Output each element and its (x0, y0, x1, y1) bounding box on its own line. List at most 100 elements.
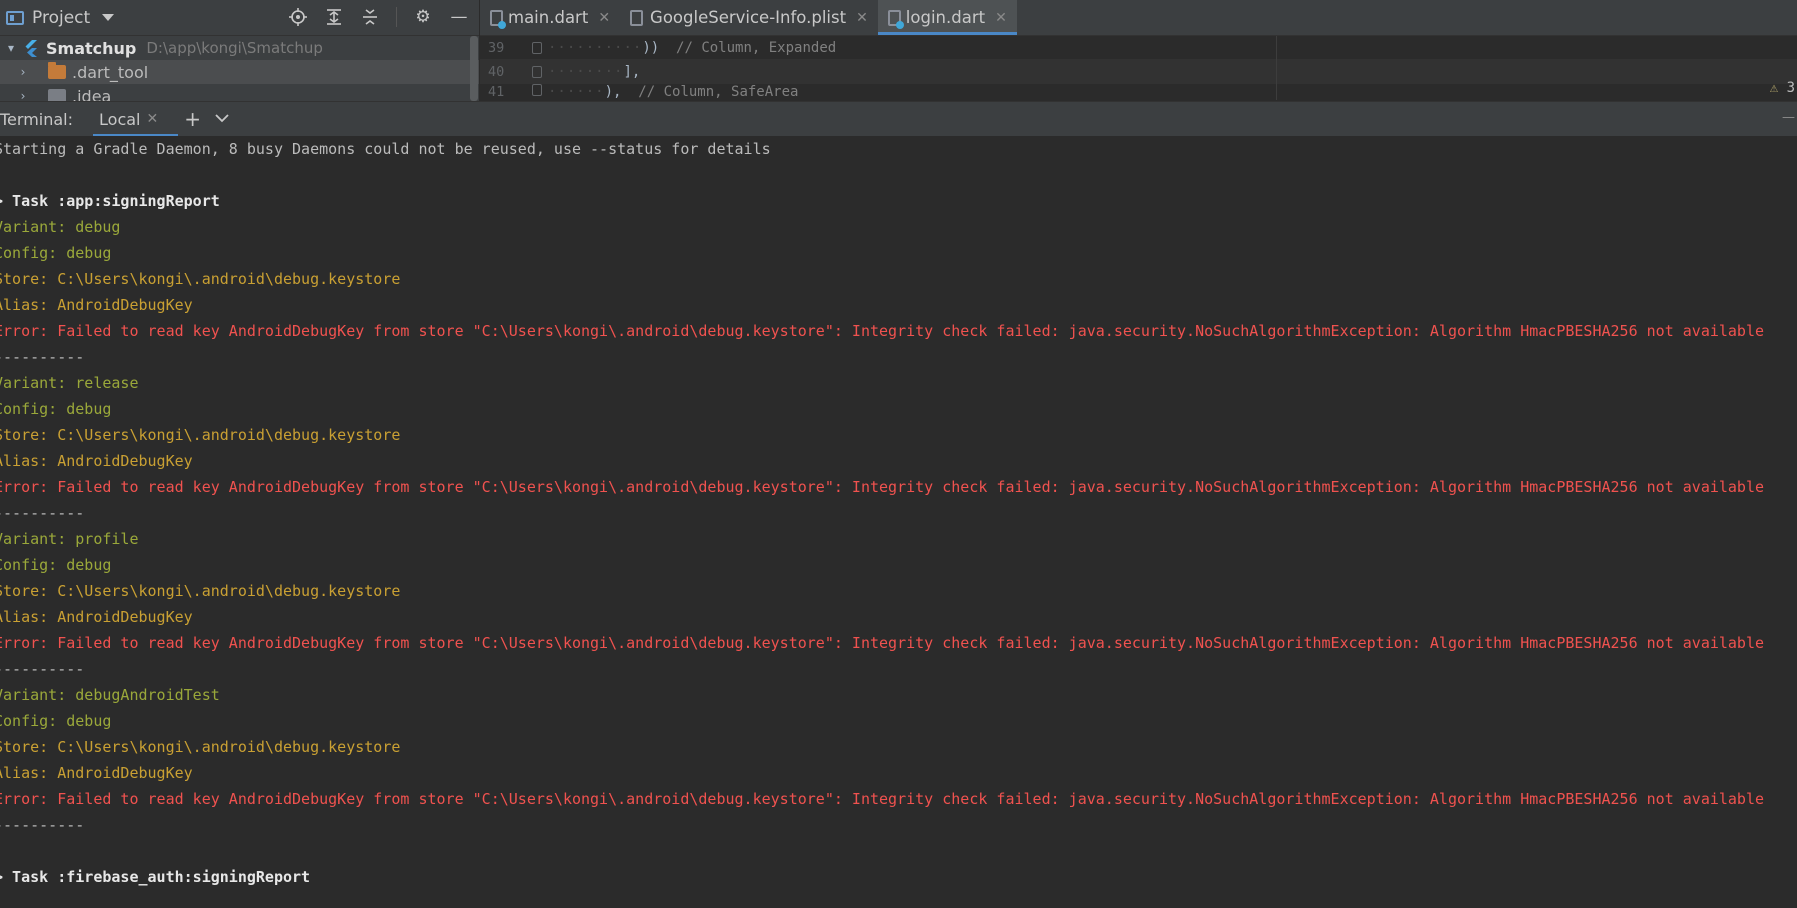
chevron-down-icon[interactable]: ▾ (0, 41, 22, 55)
chevron-down-icon[interactable] (102, 14, 115, 21)
code-text: )) (642, 39, 660, 56)
code-comment (659, 40, 676, 56)
top-area: Project ⚙ — ▾ Smatchup D:\app\kongi\Smat… (0, 0, 1797, 101)
chevron-down-icon[interactable] (215, 111, 229, 127)
project-scrollbar[interactable] (470, 36, 478, 101)
warning-icon: ⚠ (1769, 80, 1779, 96)
terminal-line: Config: debug (0, 712, 112, 730)
code-comment: // Column, SafeArea (638, 84, 799, 100)
tree-item-label: .idea (72, 86, 112, 102)
editor: main.dart ✕ GoogleService-Info.plist ✕ l… (480, 0, 1797, 101)
flutter-icon (25, 40, 37, 57)
folder-icon (48, 89, 66, 101)
project-pane: Project ⚙ — ▾ Smatchup D:\app\kongi\Smat… (0, 0, 480, 101)
project-tools: ⚙ — (288, 7, 469, 27)
tab-label: GoogleService-Info.plist (650, 8, 847, 27)
line-number: 39 (488, 39, 505, 56)
project-view-selector[interactable]: Project (32, 8, 90, 28)
terminal-line: Error: Failed to read key AndroidDebugKe… (0, 478, 1765, 496)
code-text: ], (623, 63, 641, 80)
terminal-line: Config: debug (0, 400, 112, 418)
terminal-line: Variant: profile (0, 530, 139, 548)
project-toolbar: Project ⚙ — (0, 0, 479, 36)
gear-icon[interactable]: ⚙ (413, 7, 433, 27)
tab-login-dart[interactable]: login.dart ✕ (877, 0, 1017, 35)
project-root-path: D:\app\kongi\Smatchup (146, 39, 323, 57)
line-number: 41 (488, 84, 505, 100)
right-margin-guide (1276, 36, 1277, 100)
terminal-line: Variant: debug (0, 218, 121, 236)
tab-label: Local (99, 109, 141, 129)
terminal-output[interactable]: Starting a Gradle Daemon, 8 busy Daemons… (0, 136, 1797, 908)
code-line: 39 ····· ····· )) // Column, Expanded (480, 36, 1797, 59)
terminal-line: Error: Failed to read key AndroidDebugKe… (0, 790, 1765, 808)
terminal-line: Alias: AndroidDebugKey (0, 764, 193, 782)
chevron-right-icon[interactable]: › (12, 89, 34, 101)
terminal-line: Config: debug (0, 556, 112, 574)
minimize-icon[interactable]: — (449, 7, 469, 27)
close-icon[interactable]: ✕ (146, 111, 158, 127)
terminal-line: Starting a Gradle Daemon, 8 busy Daemons… (0, 140, 771, 158)
chevron-right-icon[interactable]: › (12, 65, 34, 79)
editor-tabs: main.dart ✕ GoogleService-Info.plist ✕ l… (480, 0, 1797, 36)
indent-guide: ······ (548, 84, 605, 100)
terminal-line: Variant: release (0, 374, 139, 392)
code-comment (621, 84, 638, 100)
terminal-line: Store: C:\Users\kongi\.android\debug.key… (0, 582, 401, 600)
fold-icon[interactable] (532, 65, 542, 78)
expand-all-icon[interactable] (324, 7, 344, 27)
close-icon[interactable]: ✕ (598, 10, 610, 26)
terminal-line: Config: debug (0, 244, 112, 262)
warning-count: 3 (1786, 80, 1795, 96)
terminal-line: Error: Failed to read key AndroidDebugKe… (0, 322, 1765, 340)
close-icon[interactable]: ✕ (856, 10, 868, 26)
project-root-name: Smatchup (46, 38, 137, 58)
indent-guide: ····· (548, 39, 596, 56)
terminal-line: Store: C:\Users\kongi\.android\debug.key… (0, 270, 401, 288)
terminal-header: Terminal: Local ✕ + — (0, 101, 1797, 137)
terminal-line: Alias: AndroidDebugKey (0, 608, 193, 626)
terminal-line: Store: C:\Users\kongi\.android\debug.key… (0, 426, 401, 444)
warnings-indicator[interactable]: ⚠ 3 (1770, 80, 1795, 96)
fold-icon[interactable] (532, 84, 542, 96)
tab-googleservice-plist[interactable]: GoogleService-Info.plist ✕ (620, 0, 878, 35)
indent-guide: ········ (548, 63, 624, 80)
terminal-line: > Task :firebase_auth:signingReport (0, 868, 311, 886)
terminal-line: Alias: AndroidDebugKey (0, 296, 193, 314)
terminal-title: Terminal: (0, 109, 74, 129)
project-view-icon (6, 10, 24, 25)
tree-item-dart-tool[interactable]: › .dart_tool (0, 60, 479, 84)
terminal-line: ---------- (0, 348, 85, 366)
locate-icon[interactable] (288, 7, 308, 27)
tree-item-label: .dart_tool (72, 62, 149, 82)
close-icon[interactable]: — (1782, 110, 1795, 125)
tab-label: main.dart (508, 8, 589, 27)
tab-local[interactable]: Local ✕ (93, 102, 179, 137)
terminal-line: Alias: AndroidDebugKey (0, 452, 193, 470)
code-text: ), (604, 84, 622, 100)
terminal-line: Store: C:\Users\kongi\.android\debug.key… (0, 738, 401, 756)
tree-item-idea[interactable]: › .idea (0, 84, 479, 101)
dart-file-icon (490, 9, 506, 29)
toolbar-divider (396, 7, 397, 27)
terminal-line: Error: Failed to read key AndroidDebugKe… (0, 634, 1765, 652)
indent-guide: ····· (595, 39, 643, 56)
code-line-current: 40 ········ ], (480, 59, 1797, 84)
tab-main-dart[interactable]: main.dart ✕ (480, 0, 620, 35)
terminal-line: Variant: debugAndroidTest (0, 686, 220, 704)
tree-root-smatchup[interactable]: ▾ Smatchup D:\app\kongi\Smatchup (0, 36, 479, 60)
close-icon[interactable]: ✕ (995, 10, 1007, 26)
code-line: 41 ······ ), // Column, SafeArea (480, 84, 1797, 100)
collapse-all-icon[interactable] (360, 7, 380, 27)
code-comment: // Column, Expanded (676, 39, 837, 56)
file-icon (630, 9, 644, 26)
dart-file-icon (887, 9, 904, 29)
add-icon[interactable]: + (184, 107, 201, 131)
tab-label: login.dart (905, 8, 986, 27)
code-area[interactable]: 39 ····· ····· )) // Column, Expanded 40… (480, 36, 1797, 100)
fold-icon[interactable] (532, 41, 542, 54)
terminal-line: ---------- (0, 660, 85, 678)
terminal-line: > Task :app:signingReport (0, 192, 220, 210)
